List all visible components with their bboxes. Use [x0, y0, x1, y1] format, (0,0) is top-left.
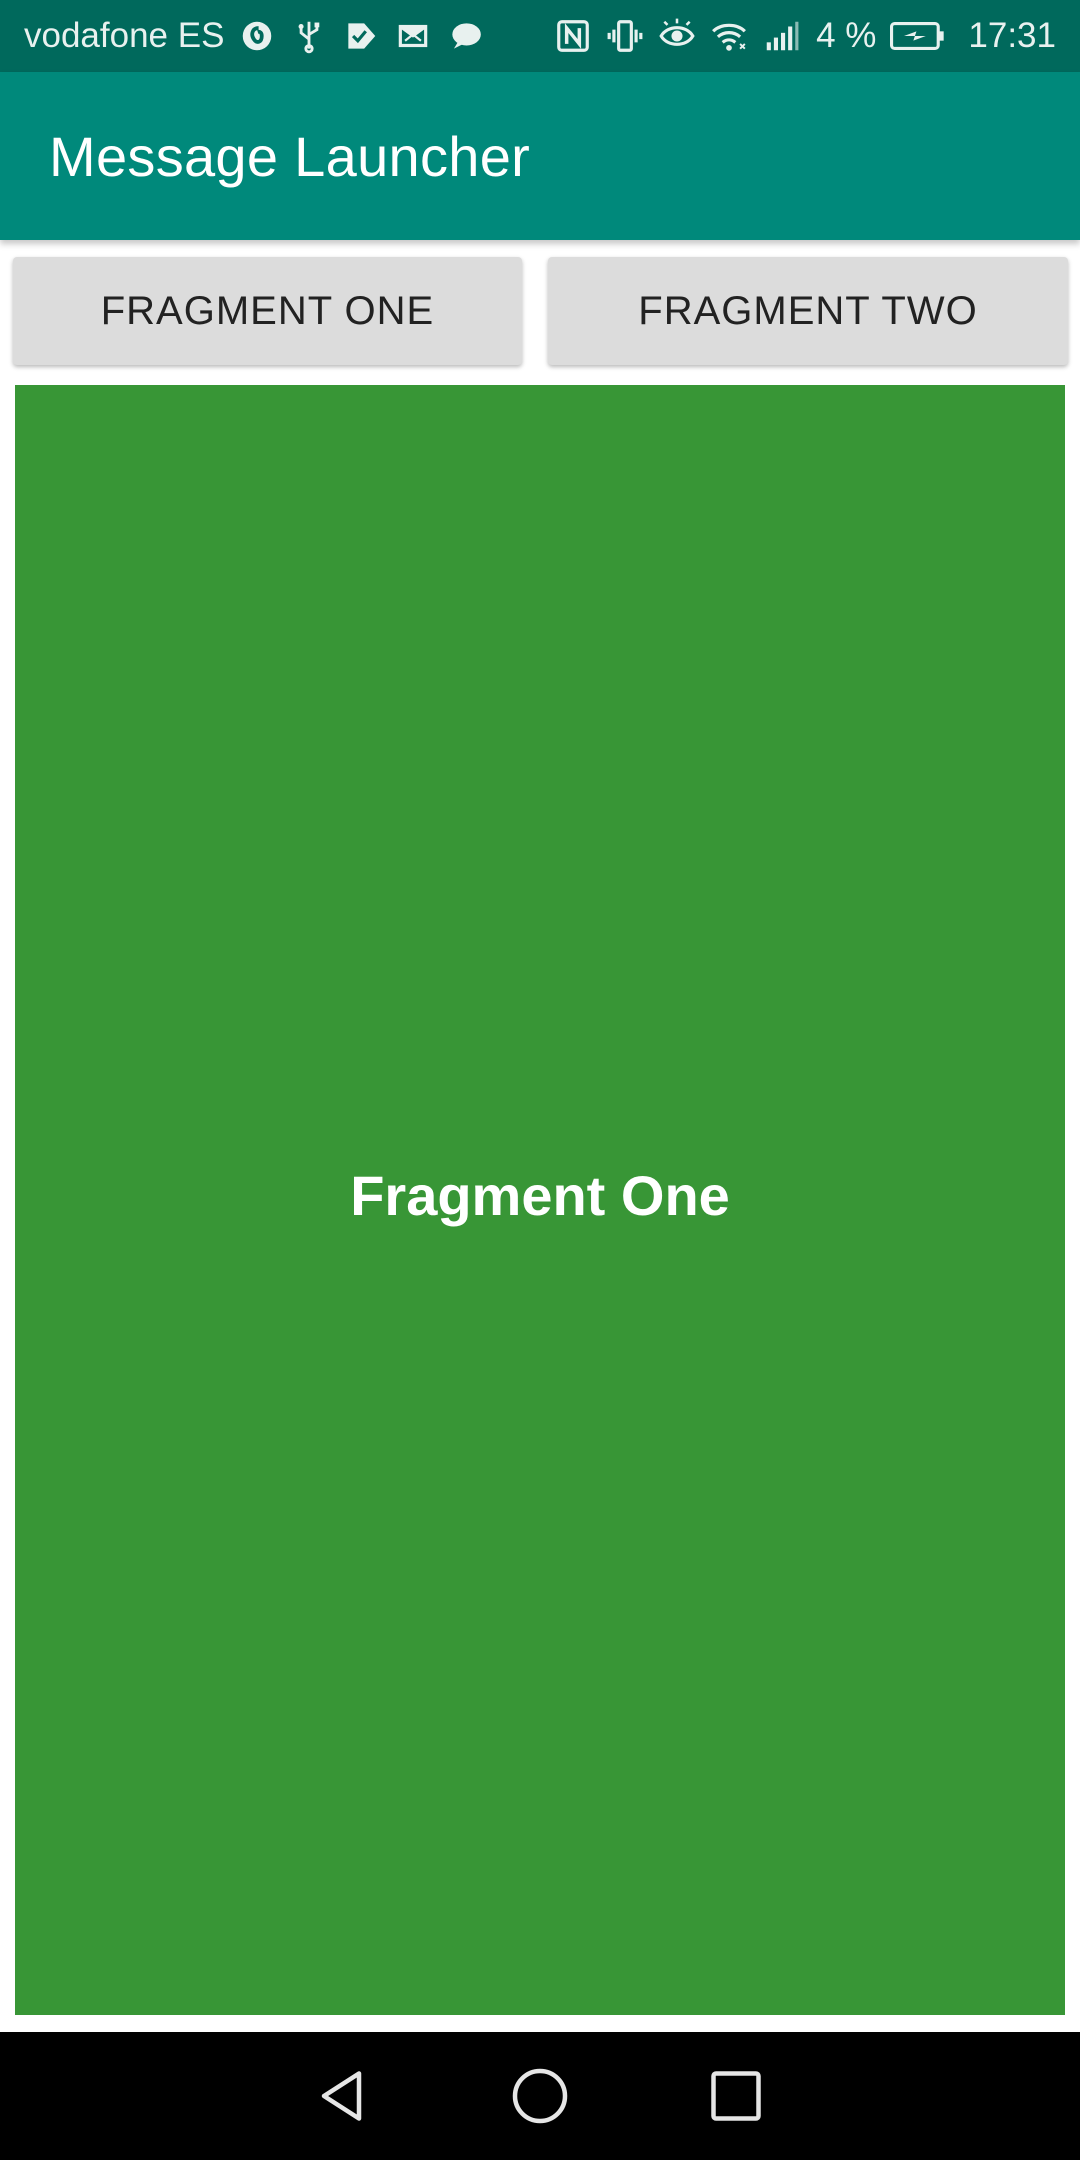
back-icon[interactable] — [301, 2053, 387, 2139]
app-title: Message Launcher — [49, 124, 531, 188]
battery-percent: 4 % — [816, 16, 877, 55]
carrier-name: vodafone ES — [24, 16, 225, 55]
fragment-one-button[interactable]: FRAGMENT ONE — [13, 257, 522, 365]
download-check-icon — [342, 17, 380, 55]
wifi-icon — [710, 17, 748, 55]
nfc-icon — [554, 17, 592, 55]
home-icon[interactable] — [497, 2053, 583, 2139]
app-bar: Message Launcher — [0, 72, 1080, 240]
fragment-container: Fragment One — [15, 385, 1065, 2015]
vibrate-icon — [606, 17, 644, 55]
recents-icon[interactable] — [693, 2053, 779, 2139]
status-bar-right: 4 % 17:31 — [554, 16, 1056, 56]
status-time: 17:31 — [968, 16, 1056, 55]
status-bar-left: vodafone ES — [24, 16, 484, 56]
navigation-bar — [0, 2032, 1080, 2160]
chat-bubble-icon — [446, 17, 484, 55]
status-bar: vodafone ES 4 % 17:31 — [0, 0, 1080, 72]
eye-icon — [658, 17, 696, 55]
fragment-two-button[interactable]: FRAGMENT TWO — [548, 257, 1068, 365]
battery-charging-icon — [890, 17, 946, 55]
screen: vodafone ES 4 % 17:31 Message Launcher F… — [0, 0, 1080, 2160]
fragment-button-row: FRAGMENT ONE FRAGMENT TWO — [0, 240, 1080, 375]
fragment-title: Fragment One — [350, 1163, 730, 1227]
usb-icon — [290, 17, 328, 55]
vodafone-logo-icon — [238, 17, 276, 55]
signal-icon — [762, 17, 800, 55]
gmail-icon — [394, 17, 432, 55]
